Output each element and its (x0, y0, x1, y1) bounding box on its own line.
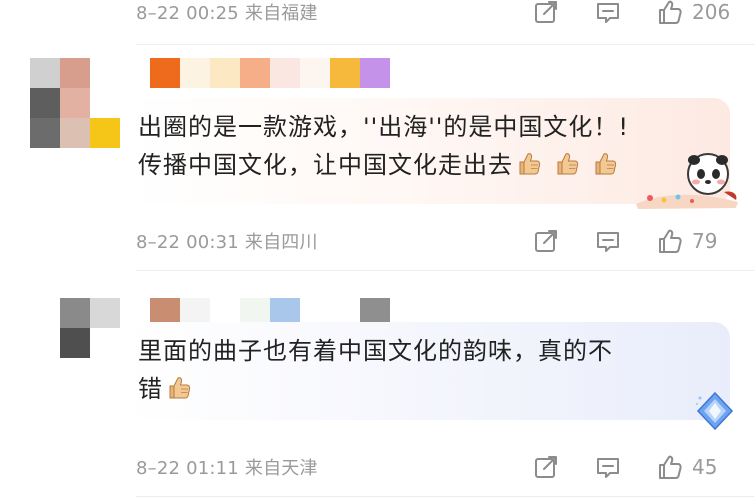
comment-actions: 206 (532, 0, 736, 27)
comment-meta-row: 8–22 00:31 来自四川 79 (136, 226, 736, 256)
comment-text: 出圈的是一款游戏，''出海''的是中国文化！! 传播中国文化，让中国文化走出去 (138, 108, 716, 184)
comment-timestamp-location: 8–22 00:31 来自四川 (136, 232, 318, 253)
reply-icon[interactable] (594, 0, 622, 26)
comment-meta-row: 8–22 01:11 来自天津 45 (136, 452, 736, 482)
share-icon[interactable] (532, 0, 560, 26)
comment-text-line: 传播中国文化，让中国文化走出去 (138, 151, 513, 179)
like-count: 79 (692, 229, 718, 253)
like-icon (656, 227, 684, 255)
thumbs-up-icon (555, 151, 581, 177)
reply-icon[interactable] (594, 227, 622, 255)
username[interactable] (150, 58, 420, 88)
share-icon[interactable] (532, 453, 560, 481)
comment-text: 里面的曲子也有着中国文化的韵味，真的不 错 (138, 332, 716, 408)
like-icon (656, 453, 684, 481)
share-icon[interactable] (532, 227, 560, 255)
comment-timestamp-location: 8–22 00:25 来自福建 (136, 3, 318, 24)
like-icon (656, 0, 684, 26)
comment-text-line: 里面的曲子也有着中国文化的韵味，真的不 (138, 337, 613, 365)
panda-sticker-icon (636, 153, 738, 209)
comment-divider (136, 44, 754, 45)
thumbs-up-icon (167, 375, 193, 401)
comment-actions: 45 (532, 452, 736, 482)
comment-text-line: 错 (138, 375, 163, 403)
reply-icon[interactable] (594, 453, 622, 481)
comment-feed: 8–22 00:25 来自福建 206 出圈的是一款游戏，''出海''的是中国文… (0, 0, 754, 500)
like-button[interactable]: 45 (656, 453, 736, 481)
comment-actions: 79 (532, 226, 736, 256)
comment-meta-row: 8–22 00:25 来自福建 206 (136, 0, 736, 27)
avatar[interactable] (30, 298, 120, 358)
diamond-sticker-icon (696, 391, 734, 431)
comment-divider (136, 496, 754, 497)
thumbs-up-icon (517, 151, 543, 177)
like-button[interactable]: 206 (656, 0, 736, 26)
like-count: 45 (692, 455, 718, 479)
comment-divider (136, 270, 754, 271)
like-count: 206 (692, 0, 731, 24)
comment-text-line: 出圈的是一款游戏，''出海''的是中国文化！! (138, 113, 630, 141)
comment-timestamp-location: 8–22 01:11 来自天津 (136, 458, 318, 479)
like-button[interactable]: 79 (656, 227, 736, 255)
thumbs-up-icon (593, 151, 619, 177)
comment-bubble[interactable]: 里面的曲子也有着中国文化的韵味，真的不 错 (126, 322, 730, 420)
avatar[interactable] (30, 58, 120, 148)
